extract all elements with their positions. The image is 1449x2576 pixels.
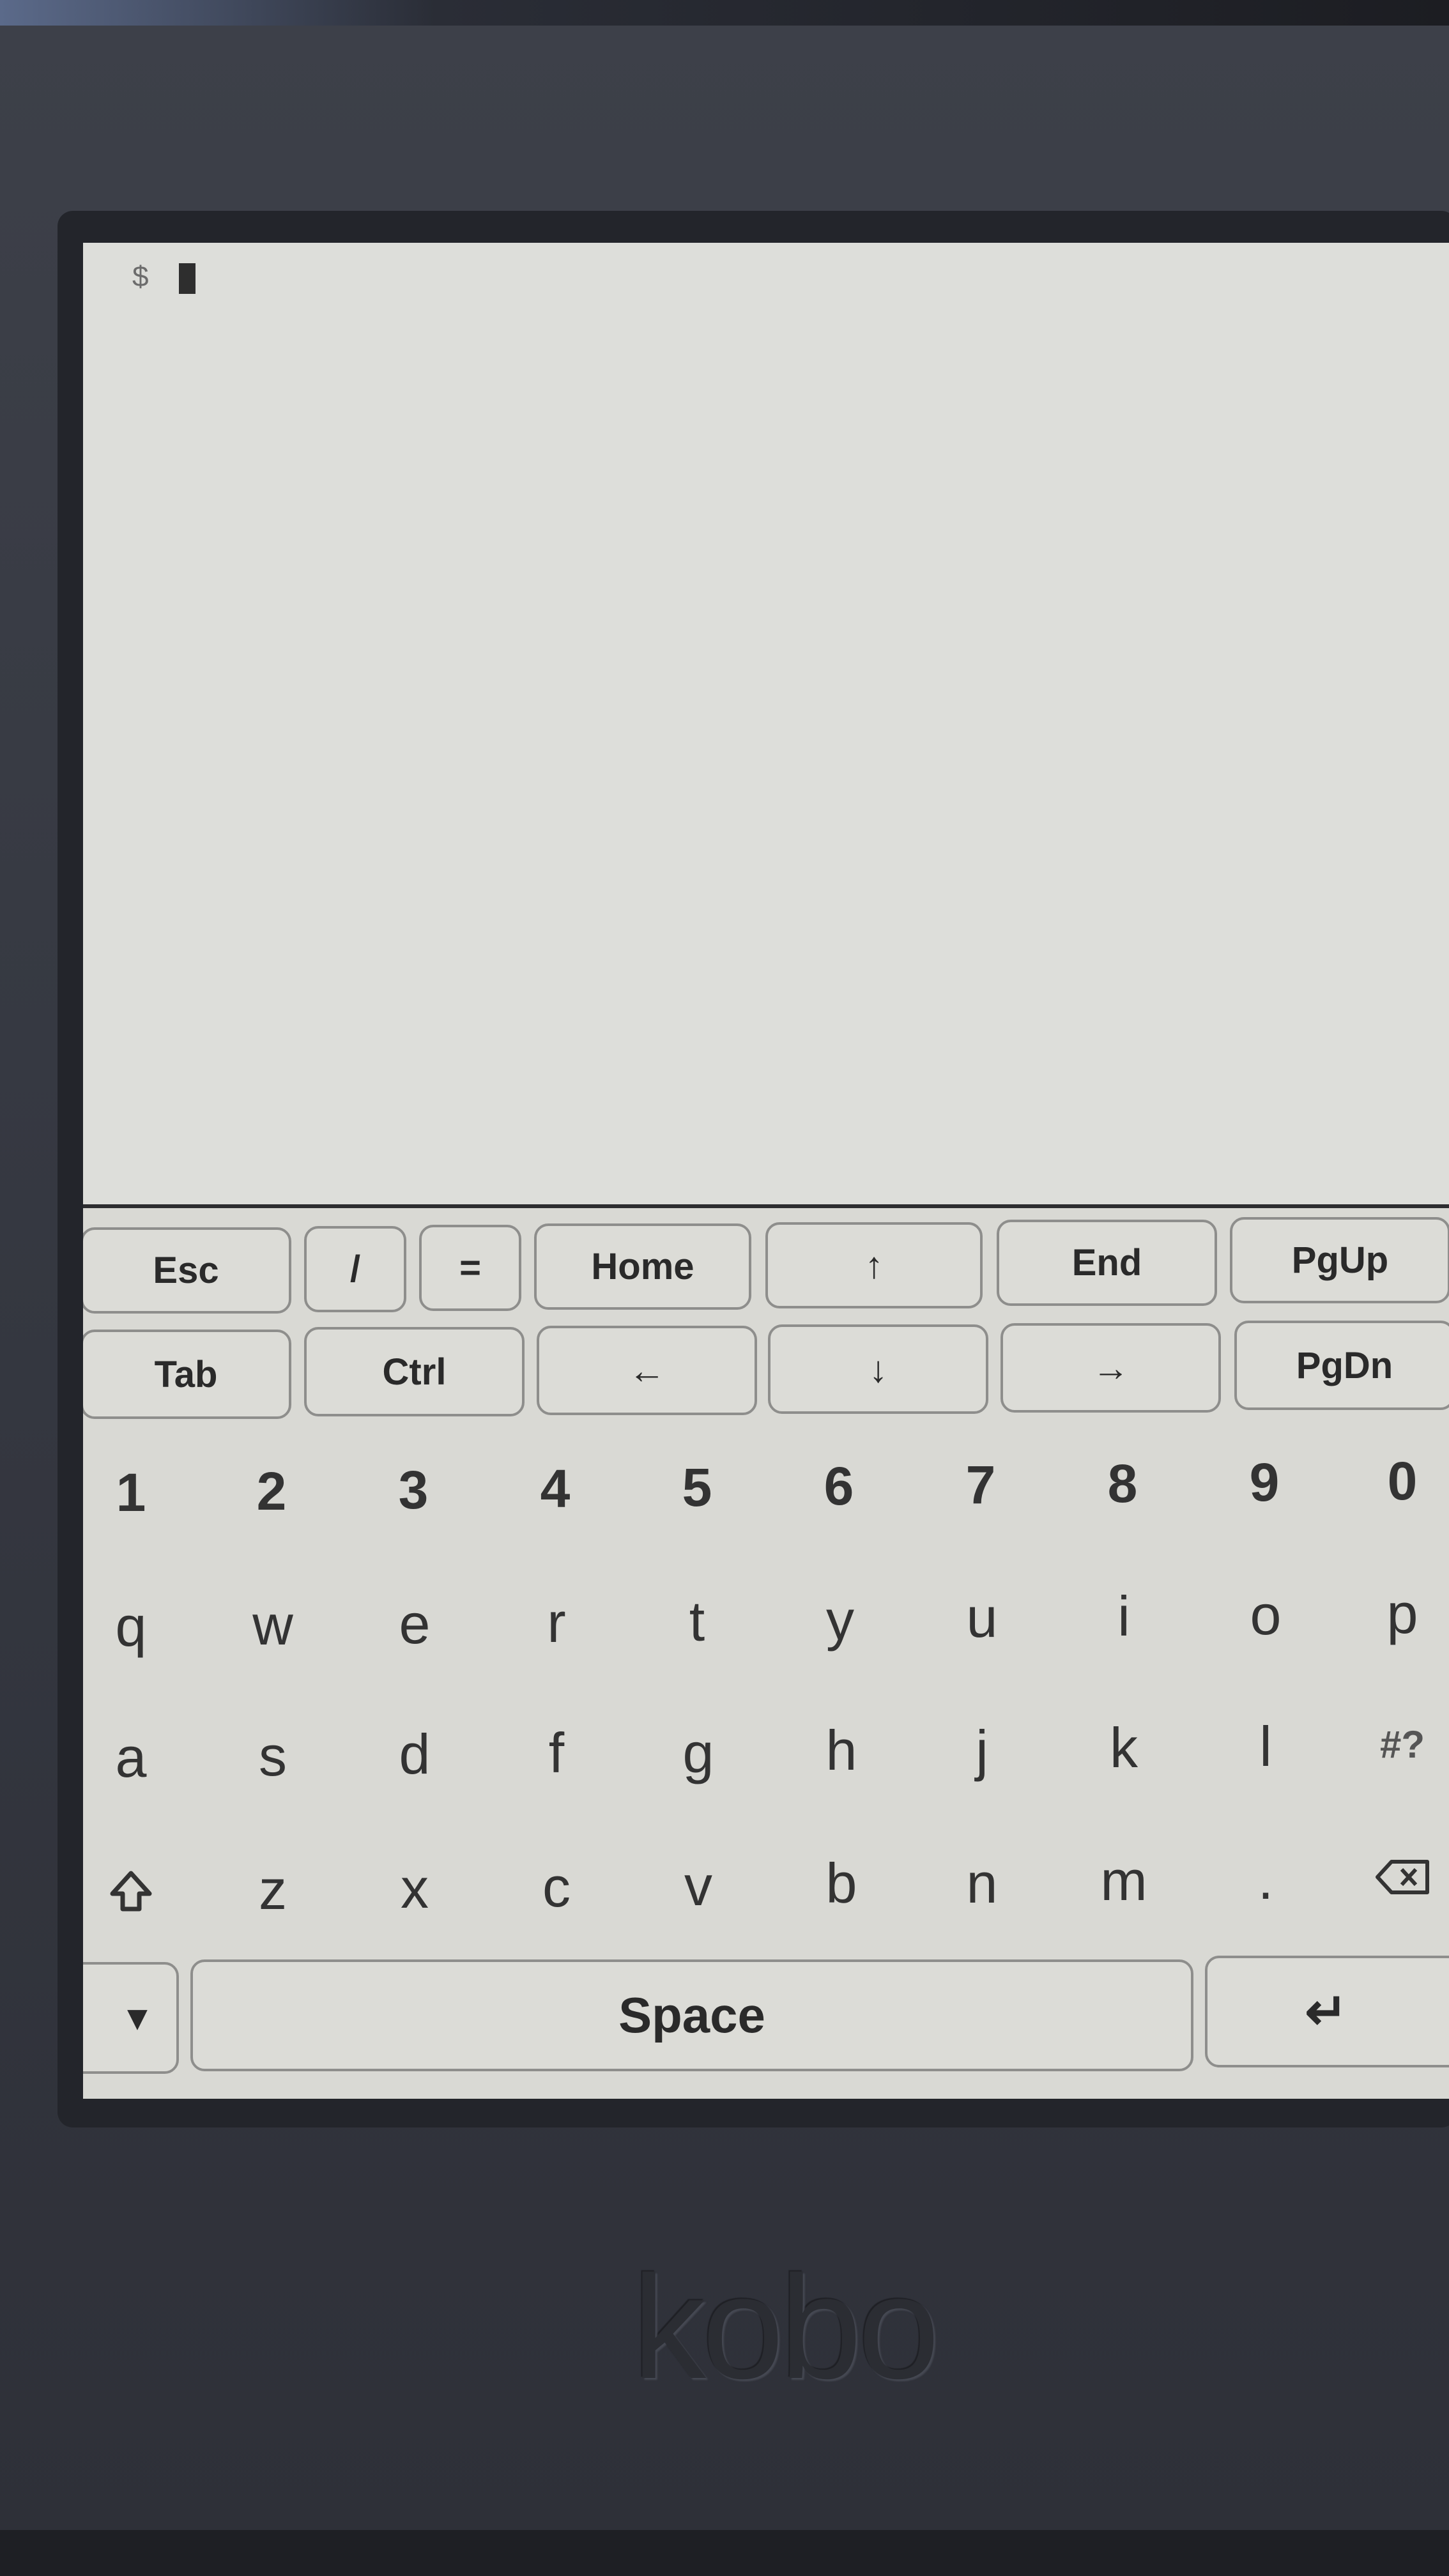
end-key[interactable]: End <box>997 1220 1217 1306</box>
key-i[interactable]: i <box>1076 1568 1172 1664</box>
left-arrow-key[interactable]: ← <box>537 1326 757 1415</box>
key-0[interactable]: 0 <box>1354 1433 1449 1529</box>
key-z[interactable]: z <box>225 1842 321 1938</box>
table-surface <box>0 2530 1449 2576</box>
key-f[interactable]: f <box>509 1705 604 1801</box>
key-6[interactable]: 6 <box>791 1438 887 1534</box>
space-key[interactable]: Space <box>190 1959 1193 2071</box>
key-e[interactable]: e <box>367 1576 463 1672</box>
key-2[interactable]: 2 <box>224 1443 319 1539</box>
key-symbols[interactable]: #? <box>1354 1696 1449 1792</box>
key-k[interactable]: k <box>1076 1700 1172 1796</box>
brand-logo: kobo <box>632 2245 940 2409</box>
key-x[interactable]: x <box>367 1841 463 1936</box>
onscreen-keyboard: Esc / = Home ↑ End PgUp Tab Ctrl ← ↓ → P… <box>83 1208 1449 2099</box>
background-strip <box>0 0 1449 26</box>
key-m[interactable]: m <box>1076 1833 1172 1929</box>
esc-key[interactable]: Esc <box>83 1227 291 1314</box>
tab-key[interactable]: Tab <box>83 1330 291 1419</box>
right-arrow-key[interactable]: → <box>1000 1323 1221 1413</box>
key-l[interactable]: l <box>1218 1699 1314 1795</box>
slash-key[interactable]: / <box>304 1226 406 1312</box>
key-9[interactable]: 9 <box>1216 1434 1312 1530</box>
return-icon: ↵ <box>1305 1983 1348 2040</box>
key-h[interactable]: h <box>793 1703 889 1798</box>
key-c[interactable]: c <box>509 1839 604 1935</box>
terminal-output[interactable]: $ <box>83 243 1449 1204</box>
pgdn-key[interactable]: PgDn <box>1234 1321 1449 1410</box>
ctrl-key[interactable]: Ctrl <box>304 1327 525 1416</box>
backspace-icon <box>1376 1860 1429 1894</box>
key-r[interactable]: r <box>509 1575 604 1671</box>
shift-arrow-icon <box>110 1871 152 1912</box>
key-8[interactable]: 8 <box>1075 1436 1170 1531</box>
key-v[interactable]: v <box>650 1838 746 1934</box>
key-b[interactable]: b <box>793 1836 889 1931</box>
backspace-key[interactable] <box>1354 1829 1449 1925</box>
key-u[interactable]: u <box>934 1570 1030 1666</box>
down-arrow-key[interactable]: ↓ <box>768 1324 988 1414</box>
key-d[interactable]: d <box>367 1706 463 1802</box>
key-5[interactable]: 5 <box>649 1439 745 1535</box>
key-y[interactable]: y <box>792 1572 888 1668</box>
key-a[interactable]: a <box>83 1710 179 1805</box>
key-1[interactable]: 1 <box>83 1445 179 1540</box>
key-n[interactable]: n <box>934 1836 1030 1931</box>
enter-key[interactable]: ↵ <box>1205 1956 1449 2067</box>
text-cursor <box>179 263 195 294</box>
key-p[interactable]: p <box>1354 1566 1449 1662</box>
home-key[interactable]: Home <box>534 1223 751 1310</box>
key-g[interactable]: g <box>650 1705 746 1801</box>
key-period[interactable]: . <box>1218 1832 1314 1928</box>
equals-key[interactable]: = <box>419 1225 521 1311</box>
key-w[interactable]: w <box>225 1577 321 1673</box>
key-3[interactable]: 3 <box>365 1442 461 1538</box>
key-o[interactable]: o <box>1218 1567 1314 1663</box>
key-j[interactable]: j <box>934 1703 1030 1798</box>
shell-prompt: $ <box>132 262 150 295</box>
hide-keyboard-key[interactable]: ▼ <box>83 1962 179 2074</box>
key-t[interactable]: t <box>649 1574 745 1669</box>
pgup-key[interactable]: PgUp <box>1230 1217 1449 1303</box>
key-q[interactable]: q <box>83 1579 179 1675</box>
eink-screen: $ Esc / = Home ↑ End PgUp Tab Ctrl ← ↓ →… <box>83 243 1449 2099</box>
key-s[interactable]: s <box>225 1708 321 1804</box>
key-4[interactable]: 4 <box>507 1441 603 1537</box>
chevron-down-icon: ▼ <box>120 1998 155 2037</box>
shift-key[interactable] <box>83 1844 179 1940</box>
key-7[interactable]: 7 <box>933 1437 1029 1533</box>
up-arrow-key[interactable]: ↑ <box>765 1222 983 1308</box>
